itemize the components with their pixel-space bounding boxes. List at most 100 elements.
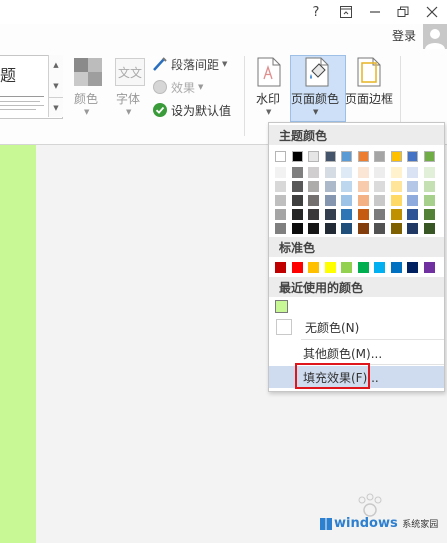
colors-dropdown-icon[interactable]: ▼ [84, 108, 89, 116]
colors-icon[interactable] [74, 58, 102, 86]
theme-shade-swatch[interactable] [357, 167, 369, 178]
theme-shade-swatch[interactable] [374, 181, 385, 192]
theme-shade-swatch[interactable] [341, 209, 352, 220]
watermark-label[interactable]: 水印 [256, 90, 280, 107]
page-borders-label[interactable]: 页面边框 [345, 90, 393, 107]
theme-shade-swatch[interactable] [357, 223, 369, 234]
theme-color-swatch[interactable] [390, 151, 402, 162]
standard-color-swatch[interactable] [423, 262, 435, 273]
sign-in-link[interactable]: 登录 [392, 27, 416, 44]
theme-color-swatch[interactable] [407, 151, 418, 162]
standard-color-swatch[interactable] [374, 262, 385, 273]
watermark-icon[interactable] [256, 57, 282, 90]
theme-shade-swatch[interactable] [407, 223, 418, 234]
standard-color-swatch[interactable] [407, 262, 418, 273]
theme-shade-swatch[interactable] [357, 209, 369, 220]
theme-shade-swatch[interactable] [423, 181, 435, 192]
restore-button[interactable] [390, 2, 416, 22]
theme-shade-swatch[interactable] [357, 195, 369, 206]
theme-shade-swatch[interactable] [423, 195, 435, 206]
theme-shade-swatch[interactable] [324, 167, 336, 178]
set-as-default-button[interactable]: 设为默认值 [152, 100, 231, 120]
theme-shade-swatch[interactable] [291, 223, 303, 234]
theme-shade-swatch[interactable] [275, 209, 286, 220]
theme-shade-swatch[interactable] [390, 167, 402, 178]
theme-shade-swatch[interactable] [390, 209, 402, 220]
effects-button[interactable]: 效果 ▼ [152, 77, 203, 97]
fonts-icon[interactable]: 文文 [115, 58, 145, 86]
gallery-up-icon[interactable]: ▲ [49, 55, 63, 75]
theme-shade-swatch[interactable] [291, 167, 303, 178]
fonts-label[interactable]: 字体 [116, 90, 140, 107]
theme-shade-swatch[interactable] [275, 167, 286, 178]
theme-color-swatch[interactable] [275, 151, 286, 162]
minimize-button[interactable] [362, 2, 388, 22]
theme-shade-swatch[interactable] [407, 209, 418, 220]
theme-shade-swatch[interactable] [308, 209, 319, 220]
theme-shade-swatch[interactable] [308, 181, 319, 192]
theme-shade-swatch[interactable] [407, 167, 418, 178]
theme-shade-swatch[interactable] [324, 209, 336, 220]
theme-shade-swatch[interactable] [275, 181, 286, 192]
theme-shade-swatch[interactable] [374, 223, 385, 234]
theme-shade-swatch[interactable] [390, 181, 402, 192]
more-colors-item[interactable]: 其他颜色(M)... [269, 342, 444, 364]
gallery-down-icon[interactable]: ▼ [49, 76, 63, 96]
gallery-more-icon[interactable]: ▼ [49, 97, 63, 118]
watermark-dropdown-icon[interactable]: ▼ [266, 108, 271, 116]
theme-color-swatch[interactable] [423, 151, 435, 162]
theme-shade-swatch[interactable] [374, 195, 385, 206]
theme-color-swatch[interactable] [374, 151, 385, 162]
standard-color-swatch[interactable] [357, 262, 369, 273]
theme-shade-swatch[interactable] [407, 195, 418, 206]
theme-shade-swatch[interactable] [341, 181, 352, 192]
theme-color-swatch[interactable] [357, 151, 369, 162]
theme-shade-swatch[interactable] [291, 209, 303, 220]
theme-shade-swatch[interactable] [324, 181, 336, 192]
theme-color-swatch[interactable] [291, 151, 303, 162]
ribbon-display-options-button[interactable] [333, 2, 359, 22]
theme-shade-swatch[interactable] [291, 181, 303, 192]
theme-shade-swatch[interactable] [308, 195, 319, 206]
theme-color-swatch[interactable] [324, 151, 336, 162]
recent-color-swatch[interactable] [275, 300, 288, 313]
theme-shade-swatch[interactable] [423, 223, 435, 234]
fill-effects-highlight [295, 363, 370, 389]
no-color-item[interactable]: 无颜色(N) [269, 316, 444, 338]
theme-shade-swatch[interactable] [341, 195, 352, 206]
close-button[interactable] [419, 2, 445, 22]
theme-color-swatch[interactable] [308, 151, 319, 162]
standard-color-swatch[interactable] [341, 262, 352, 273]
theme-shade-swatch[interactable] [423, 209, 435, 220]
standard-color-swatch[interactable] [275, 262, 286, 273]
standard-color-swatch[interactable] [291, 262, 303, 273]
standard-color-swatch[interactable] [390, 262, 402, 273]
colors-label[interactable]: 颜色 [74, 90, 98, 107]
theme-shade-swatch[interactable] [374, 167, 385, 178]
theme-shade-swatch[interactable] [390, 223, 402, 234]
avatar[interactable] [423, 24, 447, 49]
theme-color-swatch[interactable] [341, 151, 352, 162]
standard-color-swatch[interactable] [324, 262, 336, 273]
fonts-dropdown-icon[interactable]: ▼ [126, 108, 131, 116]
theme-shade-swatch[interactable] [291, 195, 303, 206]
page-borders-icon[interactable] [356, 57, 382, 90]
gallery-scrollbar[interactable]: ▲ ▼ ▼ [48, 55, 63, 117]
theme-shade-swatch[interactable] [341, 167, 352, 178]
theme-shade-swatch[interactable] [407, 181, 418, 192]
theme-shade-swatch[interactable] [374, 209, 385, 220]
paragraph-spacing-button[interactable]: 段落间距 ▼ [152, 54, 227, 74]
help-button[interactable]: ? [303, 2, 329, 22]
theme-shade-swatch[interactable] [308, 167, 319, 178]
theme-shade-swatch[interactable] [324, 223, 336, 234]
theme-shade-swatch[interactable] [423, 167, 435, 178]
theme-shade-swatch[interactable] [341, 223, 352, 234]
theme-shade-swatch[interactable] [390, 195, 402, 206]
ribbon-display-icon [340, 6, 352, 18]
theme-shade-swatch[interactable] [275, 223, 286, 234]
theme-shade-swatch[interactable] [324, 195, 336, 206]
theme-shade-swatch[interactable] [308, 223, 319, 234]
theme-shade-swatch[interactable] [275, 195, 286, 206]
theme-shade-swatch[interactable] [357, 181, 369, 192]
standard-color-swatch[interactable] [308, 262, 319, 273]
